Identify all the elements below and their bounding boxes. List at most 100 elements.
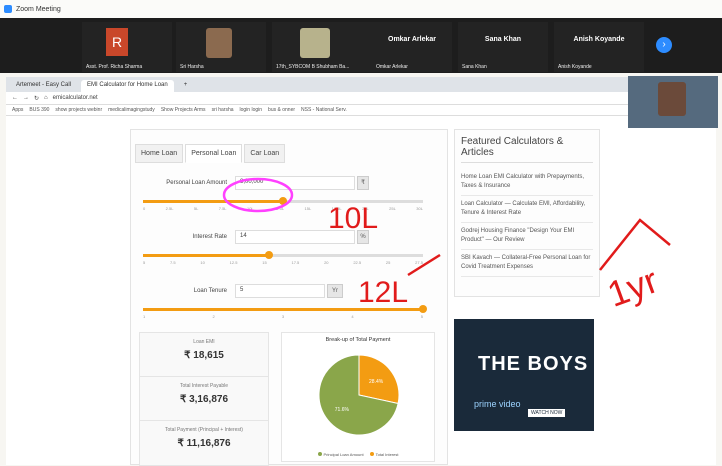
- amount-slider-handle[interactable]: [279, 197, 287, 205]
- participant-name: Sri Harsha: [180, 64, 204, 70]
- amount-slider[interactable]: [143, 197, 423, 205]
- slider-tick-label: 27.5: [415, 260, 423, 265]
- legend-principal: Principal Loan Amount: [317, 452, 364, 457]
- participant-tile[interactable]: Sri Harsha: [176, 22, 266, 72]
- slider-tick-label: 17.5L: [331, 206, 342, 211]
- emi-box: Loan EMI ₹ 18,615: [140, 333, 268, 377]
- participant-tile[interactable]: 17th_SYBCOM B Shubham Ba...: [272, 22, 372, 72]
- browser-tab-active[interactable]: EMI Calculator for Home Loan: [81, 80, 174, 92]
- slider-tick-label: 15: [262, 260, 267, 265]
- slider-tick-label: 20: [324, 260, 329, 265]
- loan-type-tabs: Home Loan Personal Loan Car Loan: [135, 144, 447, 163]
- bookmarks-bar: Apps BUS 390 show projects webinr medica…: [6, 105, 716, 116]
- bookmark[interactable]: NSS - National Serv.: [301, 107, 347, 113]
- emi-title: Loan EMI: [193, 339, 215, 345]
- rate-unit: %: [357, 230, 369, 244]
- slider-tick-label: 4: [351, 314, 354, 319]
- forward-icon[interactable]: →: [23, 95, 29, 101]
- self-video: [628, 76, 718, 128]
- bookmark[interactable]: BUS 390: [29, 107, 49, 113]
- slider-tick-label: 12.5: [229, 260, 238, 265]
- slider-tick-label: 7.5: [170, 260, 176, 265]
- zoom-titlebar: Zoom Meeting: [0, 0, 722, 18]
- address-bar: ← → ↻ ⌂ emicalculator.net: [6, 92, 716, 105]
- interest-title: Total Interest Payable: [179, 383, 229, 389]
- rate-input[interactable]: 14: [235, 230, 355, 244]
- participant-tile[interactable]: Omkar Arlekar Omkar Arlekar: [372, 22, 452, 72]
- participant-name: Anish Koyande: [558, 64, 592, 70]
- slider-tick-label: 12.5L: [274, 206, 285, 211]
- slider-tick-label: 5L: [193, 206, 199, 211]
- browser-window: Artemeet - Easy Call EMI Calculator for …: [6, 77, 716, 466]
- featured-link[interactable]: Godrej Housing Finance "Design Your EMI …: [461, 223, 593, 250]
- avatar: R: [106, 28, 128, 56]
- browser-tab[interactable]: Artemeet - Easy Call: [10, 80, 77, 92]
- featured-panel: Featured Calculators & Articles Home Loa…: [454, 129, 600, 297]
- interest-box: Total Interest Payable ₹ 3,16,876: [140, 377, 268, 421]
- featured-link[interactable]: SBI Kavach — Collateral-Free Personal Lo…: [461, 250, 593, 277]
- tab-home-loan[interactable]: Home Loan: [135, 144, 184, 163]
- slider-tick-label: 20L: [362, 206, 369, 211]
- rate-ticks: 5 7.5 10 12.5 15 17.5 20 22.5 25 27.5: [143, 260, 423, 265]
- tenure-slider-handle[interactable]: [419, 305, 427, 313]
- new-tab-icon[interactable]: +: [178, 80, 194, 92]
- zoom-title: Zoom Meeting: [16, 5, 61, 13]
- participant-name: 17th_SYBCOM B Shubham Ba...: [276, 64, 350, 70]
- rate-slider-handle[interactable]: [265, 251, 273, 259]
- slider-tick-label: 25L: [389, 206, 396, 211]
- slider-tick-label: 10L: [246, 206, 254, 211]
- tab-car-loan[interactable]: Car Loan: [244, 144, 286, 163]
- page-content: Home Loan Personal Loan Car Loan Persona…: [6, 117, 716, 466]
- featured-link[interactable]: Home Loan EMI Calculator with Prepayment…: [461, 169, 593, 196]
- bookmark[interactable]: show projects webinr: [55, 107, 102, 113]
- total-title: Total Payment (Principal + Interest): [165, 427, 243, 433]
- advertisement[interactable]: THE BOYS prime video WATCH NOW: [454, 319, 594, 431]
- rate-label: Interest Rate: [192, 234, 227, 240]
- url-field[interactable]: emicalculator.net: [53, 95, 98, 101]
- bookmark[interactable]: Apps: [12, 107, 23, 113]
- home-icon[interactable]: ⌂: [44, 95, 48, 101]
- featured-title: Featured Calculators & Articles: [461, 136, 593, 163]
- bookmark[interactable]: medicalimagingstudy: [108, 107, 155, 113]
- participant-label: Anish Koyande: [573, 36, 625, 43]
- emi-calculator: Home Loan Personal Loan Car Loan Persona…: [130, 129, 448, 466]
- tenure-unit[interactable]: Yr: [327, 284, 343, 298]
- featured-link[interactable]: Loan Calculator — Calculate EMI, Afforda…: [461, 196, 593, 223]
- reload-icon[interactable]: ↻: [34, 95, 39, 102]
- amount-row: Personal Loan Amount 8,00,000 ₹: [139, 176, 369, 190]
- participant-tile[interactable]: Sana Khan Sana Khan: [458, 22, 548, 72]
- participant-tile[interactable]: Anish Koyande Anish Koyande: [554, 22, 644, 72]
- bookmark[interactable]: login login: [240, 107, 263, 113]
- amount-input[interactable]: 8,00,000: [235, 176, 355, 190]
- rate-slider[interactable]: [143, 251, 423, 259]
- participant-label: Sana Khan: [484, 36, 522, 43]
- slider-tick-label: 1: [143, 314, 146, 319]
- bookmark[interactable]: Show Projects Arms: [161, 107, 206, 113]
- pie-slice-principal-label: 71.6%: [335, 407, 350, 413]
- rate-slider-fill: [143, 254, 269, 257]
- bookmark[interactable]: sri harsha: [212, 107, 234, 113]
- participant-tile[interactable]: R Asst. Prof. Richa Sharma: [82, 22, 172, 72]
- presenter-face: [658, 82, 686, 116]
- ad-title: THE BOYS: [478, 353, 589, 375]
- bookmark[interactable]: bus & onner: [268, 107, 295, 113]
- tab-personal-loan[interactable]: Personal Loan: [185, 144, 243, 163]
- slider-tick-label: 2: [212, 314, 215, 319]
- slider-tick-label: 30L: [416, 206, 423, 211]
- interest-value: ₹ 3,16,876: [179, 394, 229, 405]
- tenure-slider[interactable]: [143, 305, 427, 313]
- slider-tick-label: 15L: [304, 206, 312, 211]
- tenure-input[interactable]: 5: [235, 284, 325, 298]
- browser-tabs: Artemeet - Easy Call EMI Calculator for …: [6, 77, 716, 92]
- emi-value: ₹ 18,615: [184, 350, 224, 361]
- slider-tick-label: 3: [281, 314, 285, 319]
- amount-label: Personal Loan Amount: [166, 180, 227, 186]
- participant-name: Sana Khan: [462, 64, 487, 70]
- slider-tick-label: 25: [385, 260, 391, 265]
- ad-brand: prime video: [474, 399, 521, 409]
- ad-cta[interactable]: WATCH NOW: [528, 409, 566, 417]
- tenure-label: Loan Tenure: [193, 288, 227, 294]
- back-icon[interactable]: ←: [12, 95, 18, 101]
- amount-ticks: 0 2.5L 5L 7.5L 10L 12.5L 15L 17.5L 20L 25L 30L: [143, 206, 423, 211]
- next-page-icon[interactable]: ›: [656, 37, 672, 53]
